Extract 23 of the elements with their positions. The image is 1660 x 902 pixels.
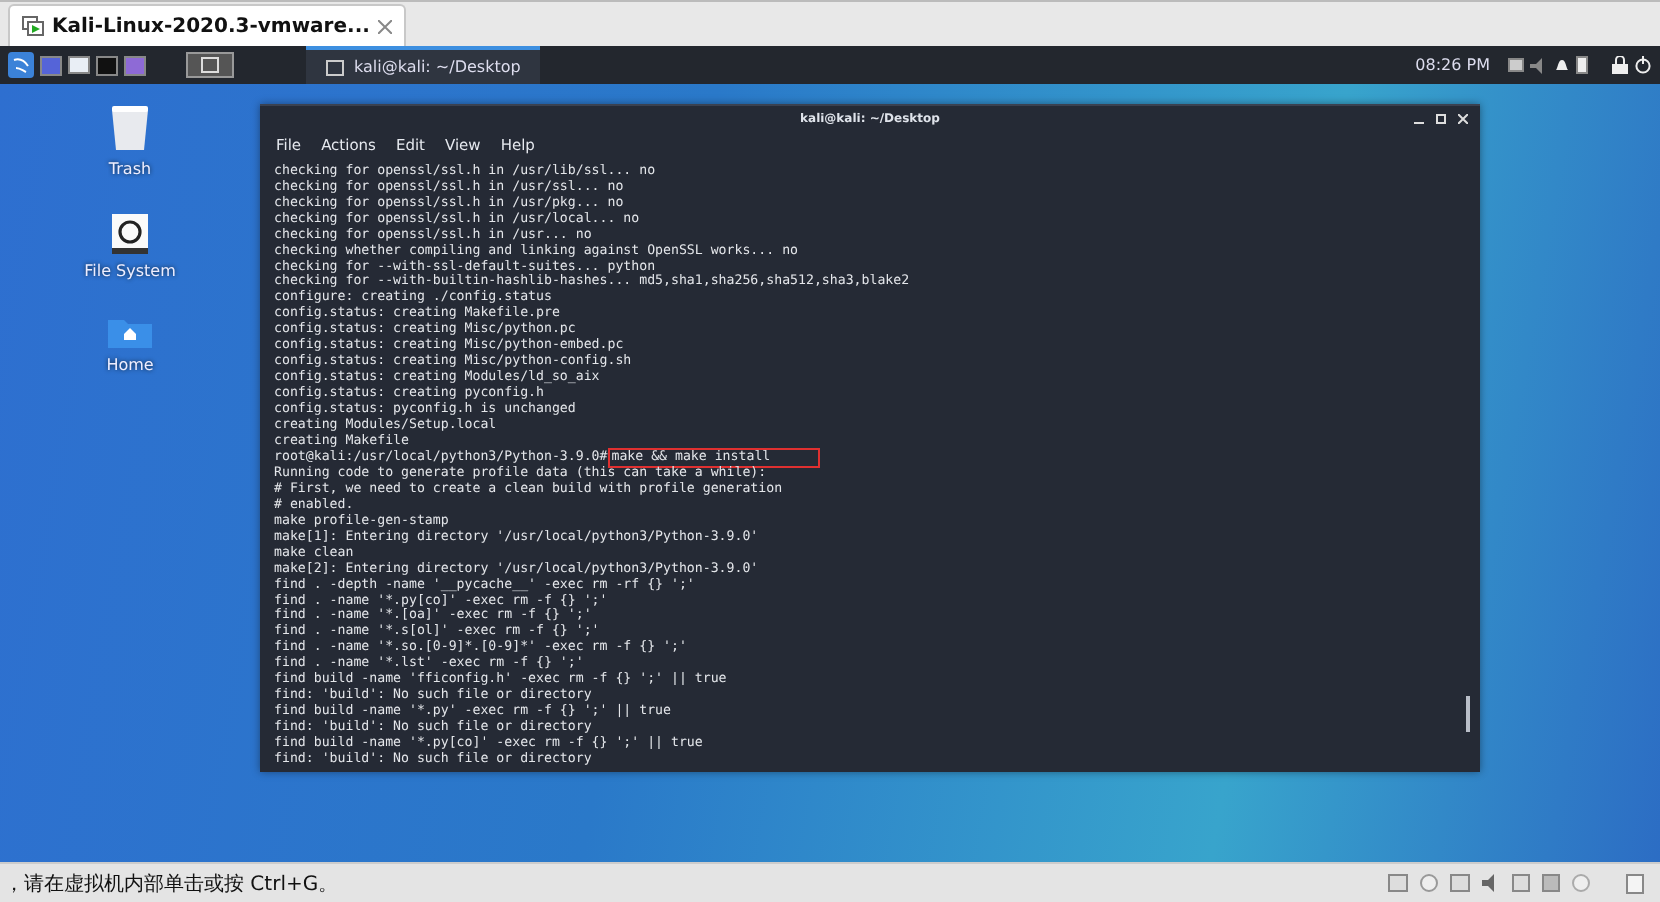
workspace-icon[interactable] [186, 52, 234, 78]
shortcut-label: Home [106, 356, 154, 374]
desktop-shortcut[interactable]: Trash [108, 104, 152, 178]
lock-icon[interactable] [1612, 56, 1628, 74]
shortcut-label: File System [84, 262, 176, 280]
vm-icon [22, 16, 44, 36]
taskbar-window-button[interactable]: kali@kali: ~/Desktop [306, 46, 541, 84]
bell-icon[interactable] [1554, 57, 1570, 73]
speaker-icon[interactable] [1482, 873, 1500, 891]
clock[interactable]: 08:26 PM [1415, 56, 1490, 74]
scrollbar-thumb[interactable] [1466, 696, 1470, 732]
desktop-shortcut[interactable]: Home [106, 316, 154, 374]
home-folder-icon [108, 316, 152, 348]
drive-icon [111, 214, 148, 254]
power-icon[interactable] [1634, 56, 1652, 74]
maximize-icon[interactable] [1436, 114, 1446, 124]
trash-icon [109, 104, 150, 152]
vm-tab[interactable]: Kali-Linux-2020.3-vmware... [8, 4, 406, 46]
shortcut-label: Trash [108, 160, 152, 178]
desktop-shortcut[interactable]: File System [84, 214, 176, 280]
status-message: ，请在虚拟机内部单击或按 Ctrl+G。 [4, 871, 339, 897]
kali-menu-icon[interactable] [8, 52, 34, 78]
speaker-icon[interactable] [1530, 57, 1548, 73]
